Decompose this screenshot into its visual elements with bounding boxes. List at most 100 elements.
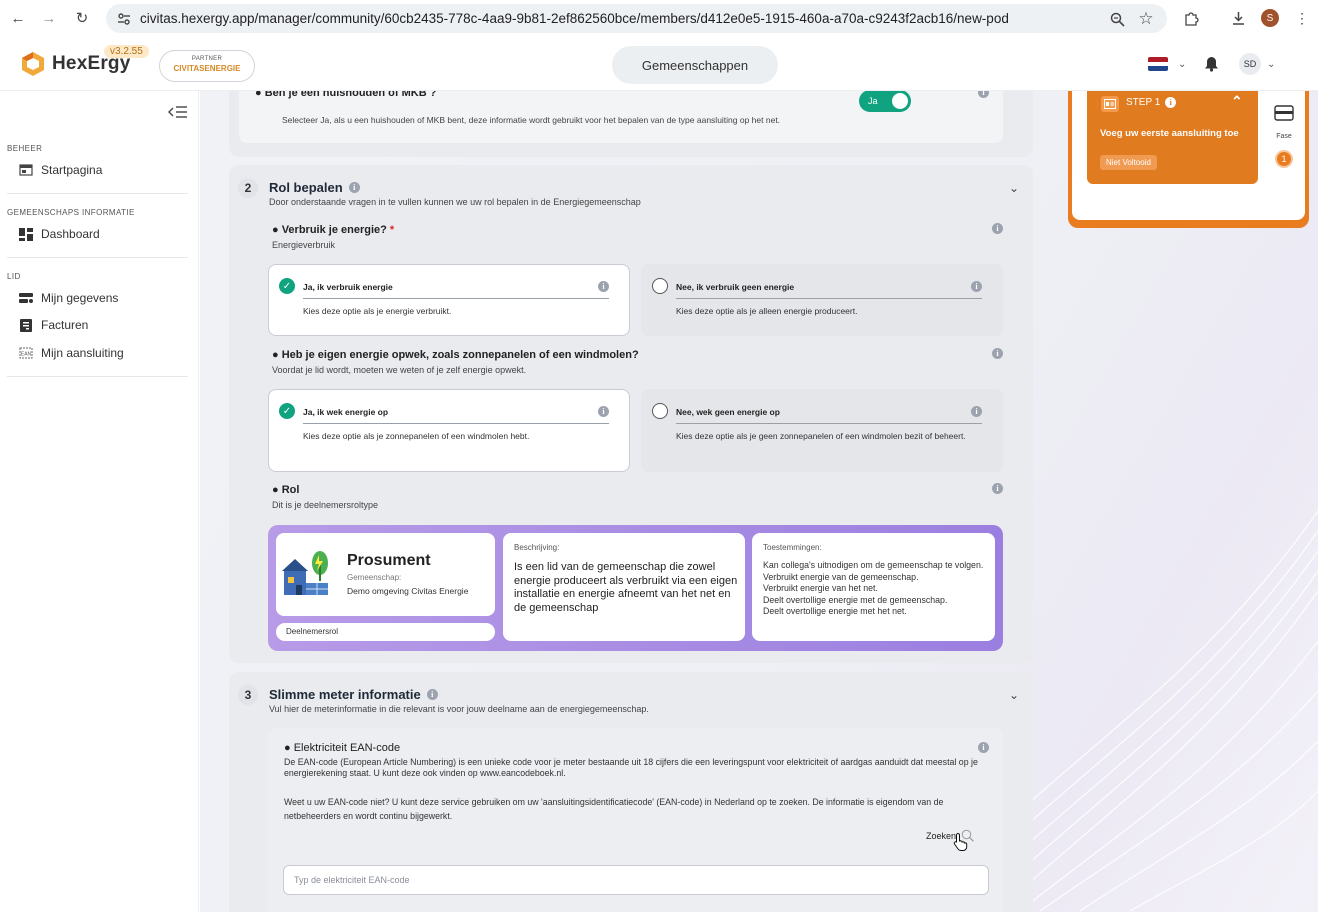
- info-icon[interactable]: i: [426, 689, 438, 700]
- zoom-icon[interactable]: [1106, 8, 1128, 30]
- info-icon[interactable]: i: [978, 91, 989, 98]
- url-text[interactable]: civitas.hexergy.app/manager/community/60…: [140, 11, 1009, 26]
- sidebar-item-facturen[interactable]: Facturen: [18, 318, 88, 332]
- sidebar-item-label: Startpagina: [41, 163, 103, 177]
- step-title: Voeg uw eerste aansluiting toe: [1100, 128, 1239, 139]
- communities-button[interactable]: Gemeenschappen: [612, 46, 778, 84]
- role-description: Is een lid van de gemeenschap die zowel …: [514, 561, 738, 614]
- info-icon[interactable]: i: [992, 223, 1003, 234]
- description-label: Beschrijving:: [514, 543, 560, 552]
- sidebar-item-mijn-gegevens[interactable]: Mijn gegevens: [18, 291, 118, 305]
- info-icon[interactable]: i: [1165, 97, 1177, 108]
- ean-code-box: ● Elektriciteit EAN-code i De EAN-code (…: [268, 728, 1003, 912]
- section-title-text: Rol bepalen: [269, 180, 343, 195]
- sidebar-item-dashboard[interactable]: Dashboard: [18, 227, 100, 241]
- info-icon[interactable]: i: [978, 742, 989, 753]
- required-marker: *: [389, 224, 395, 236]
- option-title: Nee, ik verbruik geen energie: [676, 282, 795, 292]
- invoice-icon: [18, 318, 33, 332]
- checkmark-icon: ✓: [279, 403, 295, 419]
- question-subtitle: Energieverbruik: [272, 240, 336, 250]
- permission-item: Verbruikt energie van de gemeenschap.: [763, 571, 919, 582]
- site-settings-icon[interactable]: [116, 11, 132, 27]
- consumption-question: ● Verbruik je energie? *: [272, 224, 395, 236]
- language-selector[interactable]: ⌄: [1148, 37, 1186, 91]
- notifications-bell-icon[interactable]: [1204, 37, 1219, 91]
- step-card[interactable]: STEP 1 i ⌃ Voeg uw eerste aansluiting to…: [1087, 91, 1258, 184]
- phase-indicator: Fase 1: [1270, 103, 1298, 168]
- home-page-icon: [18, 164, 33, 177]
- svg-text:EAN: EAN: [20, 352, 31, 358]
- option-generate-yes[interactable]: ✓ Ja, ik wek energie op i Kies deze opti…: [268, 389, 630, 472]
- role-name: Prosument: [347, 552, 431, 569]
- bookmark-star-icon[interactable]: ☆: [1135, 8, 1157, 30]
- reload-icon[interactable]: ↻: [71, 7, 93, 29]
- dashboard-icon: [18, 227, 33, 241]
- prosumer-house-icon: [282, 551, 328, 595]
- community-label: Gemeenschap:: [347, 573, 402, 582]
- user-menu[interactable]: SD ⌄: [1239, 37, 1275, 91]
- divider: [7, 376, 188, 377]
- version-badge: v3.2.55: [104, 45, 149, 58]
- household-toggle[interactable]: Ja: [859, 91, 911, 112]
- chevron-up-icon[interactable]: ⌃: [1231, 93, 1243, 110]
- profile-initial: S: [1261, 9, 1279, 27]
- info-icon[interactable]: i: [971, 406, 982, 417]
- option-description: Kies deze optie als je alleen energie pr…: [676, 306, 858, 316]
- question-subtitle: Dit is je deelnemersroltype: [272, 500, 379, 510]
- browser-menu-icon[interactable]: ⋮: [1291, 7, 1313, 29]
- hand-cursor-icon: [953, 832, 968, 851]
- question-text: Rol: [281, 484, 300, 496]
- checkmark-icon: ✓: [279, 278, 295, 294]
- extensions-icon[interactable]: [1180, 7, 1202, 29]
- option-consume-no[interactable]: Nee, ik verbruik geen energie i Kies dez…: [641, 264, 1003, 336]
- section-title: Rol bepalen i: [269, 180, 360, 195]
- option-generate-no[interactable]: Nee, wek geen energie op i Kies deze opt…: [641, 389, 1003, 472]
- profile-avatar[interactable]: S: [1259, 7, 1281, 29]
- role-section-card: 2 Rol bepalen i Door onderstaande vragen…: [229, 165, 1033, 663]
- sidebar-item-startpagina[interactable]: Startpagina: [18, 163, 102, 177]
- info-icon[interactable]: i: [598, 406, 609, 417]
- sidebar-item-label: Dashboard: [41, 227, 100, 241]
- toggle-label: Ja: [868, 96, 878, 106]
- info-icon[interactable]: i: [992, 348, 1003, 359]
- step-label-text: STEP 1: [1126, 97, 1161, 108]
- sidebar-item-mijn-aansluiting[interactable]: EAN Mijn aansluiting: [18, 346, 124, 360]
- forward-icon[interactable]: →: [38, 7, 60, 29]
- download-icon[interactable]: [1227, 7, 1249, 29]
- generation-question: ● Heb je eigen energie opwek, zoals zonn…: [272, 349, 639, 361]
- info-icon[interactable]: i: [598, 281, 609, 292]
- permissions-label: Toestemmingen:: [763, 543, 822, 552]
- partner-badge[interactable]: PARTNER CIVITASENERGIE: [159, 50, 255, 82]
- divider: [303, 298, 609, 299]
- section-subtitle: Vul hier de meterinformatie in die relev…: [269, 704, 649, 714]
- sidebar-section-title: LID: [7, 272, 21, 281]
- hexergy-logo-icon: [22, 52, 44, 76]
- ean-lookup-description: Weet u uw EAN-code niet? U kunt deze ser…: [284, 797, 944, 821]
- phase-icon: [1274, 105, 1294, 121]
- option-description: Kies deze optie als je geen zonnepanelen…: [676, 431, 966, 441]
- info-icon[interactable]: i: [992, 483, 1003, 494]
- sidebar: BEHEER Startpagina GEMEENSCHAPS INFORMAT…: [0, 91, 199, 912]
- collapse-chevron-icon[interactable]: ⌄: [1009, 181, 1019, 195]
- radio-button[interactable]: [652, 403, 668, 419]
- info-icon[interactable]: i: [348, 182, 360, 193]
- onboarding-steps-panel: STEP 1 i ⌃ Voeg uw eerste aansluiting to…: [1068, 91, 1309, 228]
- address-bar[interactable]: civitas.hexergy.app/manager/community/60…: [106, 4, 1167, 33]
- collapse-chevron-icon[interactable]: ⌄: [1009, 688, 1019, 702]
- option-consume-yes[interactable]: ✓ Ja, ik verbruik energie i Kies deze op…: [268, 264, 630, 336]
- household-section-card: ● Ben je een huishouden of MKB ? i Selec…: [229, 91, 1033, 157]
- option-description: Kies deze optie als je zonnepanelen of e…: [303, 431, 530, 441]
- phase-number-badge[interactable]: 1: [1275, 150, 1293, 168]
- info-icon[interactable]: i: [971, 281, 982, 292]
- collapse-sidebar-icon[interactable]: [168, 105, 188, 122]
- radio-button[interactable]: [652, 278, 668, 294]
- netherlands-flag-icon: [1148, 57, 1168, 71]
- ean-code-input[interactable]: Typ de elektriciteit EAN-code: [283, 865, 989, 895]
- partner-label: PARTNER: [191, 56, 223, 62]
- connection-icon: EAN: [18, 347, 33, 360]
- back-icon[interactable]: ←: [7, 7, 29, 29]
- ean-title-text: Elektriciteit EAN-code: [293, 742, 401, 754]
- permissions-list: Kan collega's uitnodigen om de gemeensch…: [763, 560, 988, 618]
- smart-meter-section-card: 3 Slimme meter informatie i Vul hier de …: [229, 672, 1033, 912]
